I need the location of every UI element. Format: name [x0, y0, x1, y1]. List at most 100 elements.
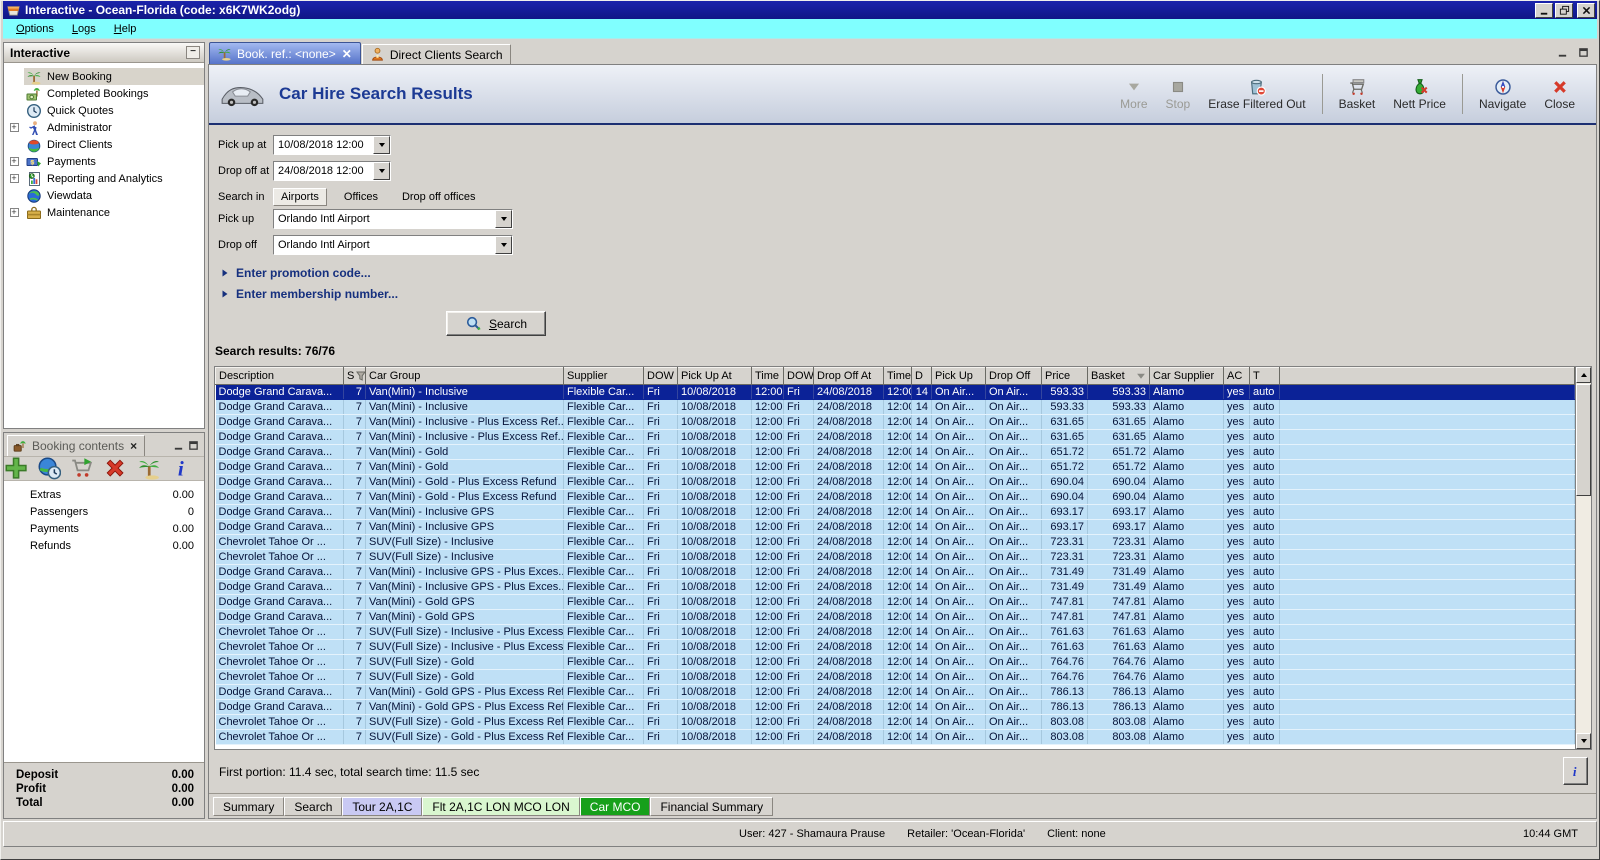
table-row[interactable]: Chevrolet Tahoe Or ... 7 SUV(Full Size) - … [215, 624, 1575, 640]
add-button[interactable] [4, 456, 28, 480]
sidebar-item-reporting-and-analytics[interactable]: + Reporting and Analytics [4, 170, 204, 187]
table-row[interactable]: Chevrolet Tahoe Or ... 7 SUV(Full Size) - … [215, 654, 1575, 670]
sidebar-item-maintenance[interactable]: + Maintenance [4, 204, 204, 221]
drop-off-field[interactable]: Orlando Intl Airport [273, 235, 513, 255]
nett-price-button[interactable]: Nett Price [1386, 76, 1453, 113]
delete-button[interactable] [103, 456, 127, 480]
search-in-option-drop-off-offices[interactable]: Drop off offices [395, 189, 483, 205]
scroll-down-icon[interactable] [1576, 733, 1591, 749]
erase-filtered-out-button[interactable]: Erase Filtered Out [1201, 76, 1312, 113]
table-row[interactable]: Dodge Grand Carava... 7 Van(Mini) - Gold G… [215, 594, 1575, 610]
column-header-basket[interactable]: Basket [1087, 367, 1150, 385]
table-row[interactable]: Chevrolet Tahoe Or ... 7 SUV(Full Size) - … [215, 534, 1575, 550]
cart-add-button[interactable] [70, 456, 94, 480]
tab-direct-clients-search[interactable]: Direct Clients Search [361, 44, 511, 64]
bottom-tab-financial-summary[interactable]: Financial Summary [650, 796, 774, 816]
sidebar-item-viewdata[interactable]: Viewdata [4, 187, 204, 204]
column-header-dow[interactable]: DOW [643, 367, 678, 385]
expand-icon[interactable]: + [9, 157, 19, 166]
table-row[interactable]: Dodge Grand Carava... 7 Van(Mini) - Inclus… [215, 579, 1575, 595]
close-window-button[interactable] [1577, 2, 1595, 18]
table-row[interactable]: Chevrolet Tahoe Or ... 7 SUV(Full Size) - … [215, 669, 1575, 685]
table-row[interactable]: Dodge Grand Carava... 7 Van(Mini) - Gold G… [215, 699, 1575, 715]
pick-up-field[interactable]: Orlando Intl Airport [273, 209, 513, 229]
column-header-time[interactable]: Time [883, 367, 912, 385]
table-row[interactable]: Dodge Grand Carava... 7 Van(Mini) - Inclus… [215, 504, 1575, 520]
close-booking-contents-icon[interactable]: × [128, 439, 139, 453]
pick-up-at-dropdown-icon[interactable] [373, 136, 390, 154]
table-row[interactable]: Dodge Grand Carava... 7 Van(Mini) - Gold Fl… [215, 459, 1575, 475]
menu-logs[interactable]: Logs [63, 21, 105, 37]
pick-up-dropdown-icon[interactable] [495, 210, 512, 228]
column-header-pick-up-at[interactable]: Pick Up At [677, 367, 752, 385]
column-header-pick-up[interactable]: Pick Up [931, 367, 986, 385]
restore-button[interactable] [1555, 2, 1573, 18]
bottom-tab-car-mco[interactable]: Car MCO [579, 796, 651, 816]
navigate-button[interactable]: Navigate [1472, 76, 1533, 113]
column-header-dow[interactable]: DOW [783, 367, 814, 385]
table-row[interactable]: Dodge Grand Carava... 7 Van(Mini) - Gold G… [215, 684, 1575, 700]
column-header-d[interactable]: D [911, 367, 932, 385]
column-header-s[interactable]: S [343, 367, 366, 385]
column-header-description[interactable]: Description [215, 367, 344, 385]
vertical-scrollbar[interactable] [1575, 367, 1591, 749]
sidebar-item-payments[interactable]: + $ Payments [4, 153, 204, 170]
search-in-option-offices[interactable]: Offices [337, 189, 385, 205]
close-button[interactable]: Close [1537, 76, 1582, 113]
booking-contents-tab[interactable]: Booking contents × [7, 435, 146, 456]
column-header-time[interactable]: Time [751, 367, 784, 385]
table-row[interactable]: Dodge Grand Carava... 7 Van(Mini) - Gold -… [215, 489, 1575, 505]
bottom-tab-flt-2a-1c-lon-mco-lon[interactable]: Flt 2A,1C LON MCO LON [422, 796, 580, 816]
table-row[interactable]: Chevrolet Tahoe Or ... 7 SUV(Full Size) - … [215, 714, 1575, 730]
table-row[interactable]: Dodge Grand Carava... 7 Van(Mini) - Inclus… [215, 519, 1575, 535]
search-button[interactable]: Search [446, 311, 546, 336]
palm-button[interactable] [137, 456, 161, 480]
table-row[interactable]: Dodge Grand Carava... 7 Van(Mini) - Gold -… [215, 474, 1575, 490]
sidebar-item-completed-bookings[interactable]: Completed Bookings [4, 85, 204, 102]
menu-options[interactable]: Options [7, 21, 63, 37]
drop-off-dropdown-icon[interactable] [495, 236, 512, 254]
table-row[interactable]: Chevrolet Tahoe Or ... 7 SUV(Full Size) - … [215, 639, 1575, 655]
table-row[interactable]: Dodge Grand Carava... 7 Van(Mini) - Gold Fl… [215, 444, 1575, 460]
drop-off-at-dropdown-icon[interactable] [373, 162, 390, 180]
column-header-car-supplier[interactable]: Car Supplier [1149, 367, 1224, 385]
expand-icon[interactable]: + [9, 174, 19, 183]
bottom-tab-search[interactable]: Search [284, 796, 343, 816]
column-header-ac[interactable]: AC [1223, 367, 1250, 385]
minimize-panel-button[interactable] [1555, 45, 1570, 59]
column-header-drop-off[interactable]: Drop Off [985, 367, 1042, 385]
bottom-tab-tour-2a-1c[interactable]: Tour 2A,1C [342, 796, 423, 816]
bottom-tab-summary[interactable]: Summary [213, 796, 285, 816]
column-header-drop-off-at[interactable]: Drop Off At [813, 367, 884, 385]
table-row[interactable]: Dodge Grand Carava... 7 Van(Mini) - Inclus… [215, 564, 1575, 580]
drop-off-at-field[interactable]: 24/08/2018 12:00 [273, 161, 391, 181]
close-tab-icon[interactable]: ✕ [341, 47, 353, 61]
column-header-supplier[interactable]: Supplier [563, 367, 644, 385]
pick-up-at-field[interactable]: 10/08/2018 12:00 [273, 135, 391, 155]
basket-button[interactable]: Basket [1332, 76, 1383, 113]
menu-help[interactable]: Help [105, 21, 146, 37]
table-row[interactable]: Dodge Grand Carava... 7 Van(Mini) - Inclus… [215, 399, 1575, 415]
scrollbar-thumb[interactable] [1576, 384, 1591, 496]
sidebar-item-new-booking[interactable]: New Booking [4, 68, 204, 85]
tab-book-ref-none[interactable]: Book. ref.: <none> ✕ [209, 42, 361, 64]
expand-icon[interactable]: + [9, 123, 19, 132]
info-button[interactable]: i [1563, 757, 1588, 785]
scroll-up-icon[interactable] [1576, 367, 1591, 383]
maximize-panel-button[interactable] [1576, 45, 1591, 59]
sidebar-item-administrator[interactable]: + Administrator [4, 119, 204, 136]
collapse-panel-button[interactable]: − [186, 46, 200, 59]
table-row[interactable]: Chevrolet Tahoe Or ... 7 SUV(Full Size) - … [215, 729, 1575, 745]
info-button[interactable]: i [170, 456, 194, 481]
table-row[interactable]: Chevrolet Tahoe Or ... 7 SUV(Full Size) - … [215, 549, 1575, 565]
table-row[interactable]: Dodge Grand Carava... 7 Van(Mini) - Inclus… [215, 384, 1575, 400]
column-header-car-group[interactable]: Car Group [365, 367, 564, 385]
table-row[interactable]: Dodge Grand Carava... 7 Van(Mini) - Inclus… [215, 414, 1575, 430]
minimize-button[interactable] [1535, 2, 1553, 18]
search-in-option-airports[interactable]: Airports [273, 188, 327, 206]
membership-number-expander[interactable]: Enter membership number... [221, 287, 398, 301]
quote-button[interactable] [37, 456, 62, 480]
table-row[interactable]: Dodge Grand Carava... 7 Van(Mini) - Inclus… [215, 429, 1575, 445]
promotion-code-expander[interactable]: Enter promotion code... [221, 266, 371, 280]
maximize-panel-button[interactable] [186, 438, 201, 452]
